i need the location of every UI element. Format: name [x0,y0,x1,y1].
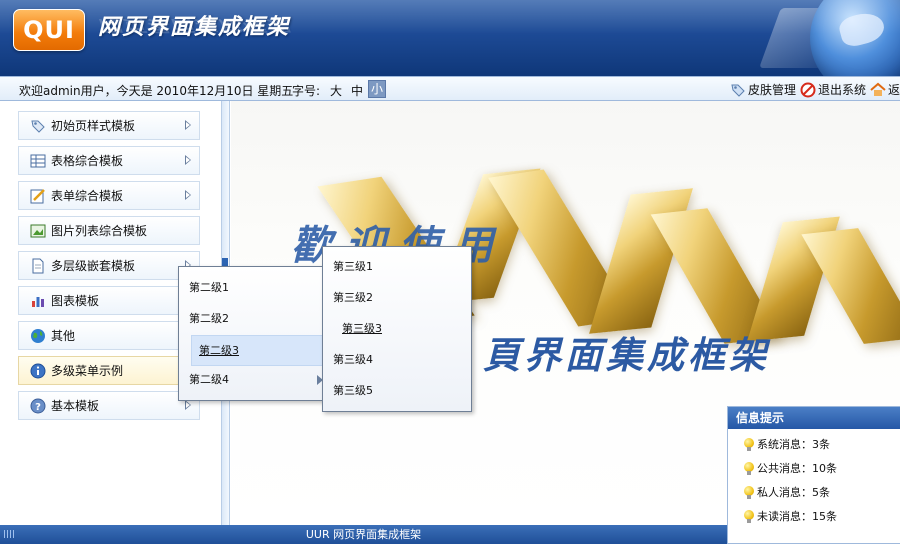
font-size-label: 字号: [292,84,321,98]
info-row-label: 系统消息：3条 [757,438,830,451]
lightbulb-icon [744,461,754,475]
submenu-item-label: 第二级4 [189,373,229,386]
lightbulb-icon [744,485,754,499]
sidebar-item-label: 图片列表综合模板 [51,224,148,238]
sidebar-item-multilevel-menu[interactable]: 多级菜单示例 [18,356,200,385]
grip-icon [4,530,14,538]
info-panel: 信息提示 系统消息：3条 公共消息：10条 私人消息：5条 未读消息：15条 [727,406,900,544]
exit-system-label: 退出系统 [817,83,866,97]
sidebar-item-image-list[interactable]: 图片列表综合模板 [18,216,200,245]
submenu-item[interactable]: 第二级2 [179,306,325,332]
sidebar-item-basic[interactable]: ? 基本模板 [18,391,200,420]
info-bar: 欢迎admin用户，今天是 2010年12月10日 星期五 字号: 大 中 小 … [0,76,900,101]
sidebar-item-label: 多级菜单示例 [51,364,124,378]
submenu-item-highlighted[interactable]: 第三级3 [323,316,471,342]
sidebar-item-label: 表格综合模板 [51,154,124,168]
subtitle-graphic-text: 頁界面集成框架 [483,333,770,377]
sidebar-item-label: 基本模板 [51,399,100,413]
info-row[interactable]: 未读消息：15条 [744,508,837,524]
submenu-item[interactable]: 第三级1 [323,254,471,280]
home-link[interactable]: 返 [870,81,900,98]
submenu-item[interactable]: 第三级4 [323,347,471,373]
submenu-item[interactable]: 第三级5 [323,378,471,404]
chevron-right-icon [185,155,191,165]
header-banner: QUI 网页界面集成框架 网页界面集成框架 [0,0,900,76]
lightbulb-icon [744,437,754,451]
home-label: 返 [887,83,900,97]
submenu-item[interactable]: 第三级2 [323,285,471,311]
info-row-label: 未读消息：15条 [757,510,837,523]
help-icon: ? [30,398,46,413]
exit-icon [800,82,816,97]
sidebar-item-other[interactable]: 其他 [18,321,200,350]
submenu-item-label: 第二级3 [199,344,239,357]
tag-icon [731,84,745,97]
submenu-item-label: 第三级3 [342,322,382,335]
exit-system-link[interactable]: 退出系统 [800,81,866,98]
chart-icon [32,296,44,307]
submenu-level2: 第二级1 第二级2 第二级3 第二级4 [178,266,326,401]
status-bar-text: UUR 网页界面集成框架 [305,528,422,541]
sidebar-item-label: 图表模板 [51,294,100,308]
welcome-text: 欢迎admin用户，今天是 2010年12月10日 星期五 [19,84,294,98]
skin-manage-label: 皮肤管理 [747,83,796,97]
sidebar-item-form[interactable]: 表单综合模板 [18,181,200,210]
form-edit-icon [30,188,45,203]
svg-text:?: ? [35,402,41,413]
sidebar-item-label: 多层级嵌套模板 [51,259,136,273]
chevron-right-icon [185,190,191,200]
sidebar-item-label: 其他 [51,329,76,343]
chevron-right-icon [185,120,191,130]
sidebar-item-nested[interactable]: 多层级嵌套模板 [18,251,200,280]
lightbulb-icon [744,509,754,523]
info-row[interactable]: 系统消息：3条 [744,436,830,452]
home-icon [870,82,886,96]
app-title-reflection: 网页界面集成框架 [98,16,291,35]
globe-graphic [810,0,900,76]
table-icon [30,154,46,167]
info-row[interactable]: 公共消息：10条 [744,460,837,476]
info-row-label: 私人消息：5条 [757,486,830,499]
app-logo: QUI [13,9,85,51]
info-row-label: 公共消息：10条 [757,462,837,475]
font-size-small[interactable]: 小 [368,80,387,98]
submenu-level3: 第三级1 第三级2 第三级3 第三级4 第三级5 [322,246,472,412]
globe-icon [31,328,45,343]
font-size-large[interactable]: 大 [330,82,342,99]
sidebar-item-label: 初始页样式模板 [51,119,136,133]
sidebar-item-label: 表单综合模板 [51,189,124,203]
chevron-right-icon [185,400,191,410]
info-panel-title: 信息提示 [728,407,900,429]
status-bar: UUR 网页界面集成框架 [0,525,727,544]
tag-icon [31,120,45,133]
document-icon [32,258,44,273]
submenu-item-with-children[interactable]: 第二级4 [179,367,325,393]
submenu-item-highlighted[interactable]: 第二级3 [191,335,325,366]
sidebar-item-table[interactable]: 表格综合模板 [18,146,200,175]
submenu-item[interactable]: 第二级1 [179,275,325,301]
info-row[interactable]: 私人消息：5条 [744,484,830,500]
info-icon [30,363,46,378]
sidebar-item-chart[interactable]: 图表模板 [18,286,200,315]
image-list-icon [30,224,46,237]
sidebar-item-initial-page[interactable]: 初始页样式模板 [18,111,200,140]
top-links: 皮肤管理 退出系统 返 [730,81,900,98]
font-size-medium[interactable]: 中 [351,82,363,99]
skin-manage-link[interactable]: 皮肤管理 [730,81,796,98]
